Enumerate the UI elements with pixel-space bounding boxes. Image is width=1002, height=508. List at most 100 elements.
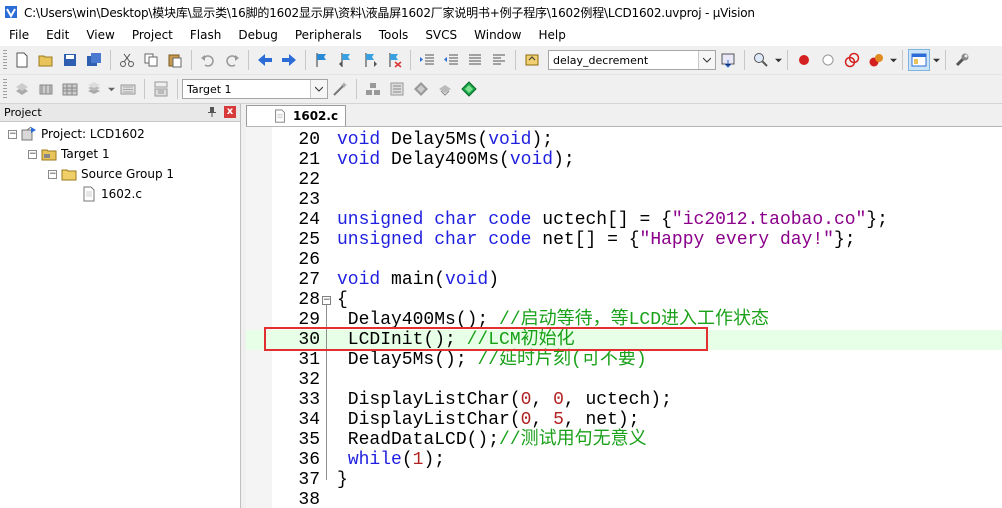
download-button[interactable] [150, 78, 172, 100]
menu-item-file[interactable]: File [0, 28, 37, 42]
save-button[interactable] [59, 49, 81, 71]
menu-item-debug[interactable]: Debug [229, 28, 285, 42]
code-line[interactable]: 32 [246, 370, 1002, 390]
disable-all-breakpoints-button[interactable] [841, 49, 863, 71]
menu-item-view[interactable]: View [77, 28, 122, 42]
code-line[interactable]: 27 void main(void) [246, 270, 1002, 290]
insert-breakpoint-button[interactable] [793, 49, 815, 71]
incremental-find-button[interactable] [750, 49, 772, 71]
tree-item-file[interactable]: 1602.c [81, 185, 142, 203]
code-line[interactable]: 34 DisplayListChar(0, 5, net); [246, 410, 1002, 430]
code-line[interactable]: 23 [246, 190, 1002, 210]
window-layout-button[interactable] [908, 49, 930, 71]
configure-button[interactable] [951, 49, 973, 71]
code-line[interactable]: 21 void Delay400Ms(void); [246, 150, 1002, 170]
magnifier-dropdown[interactable] [773, 49, 783, 71]
batch-build-dropdown[interactable] [106, 78, 116, 100]
code-line[interactable]: 24 unsigned char code uctech[] = {"ic2012… [246, 210, 1002, 230]
insert-bookmark-button[interactable] [311, 49, 333, 71]
chevron-down-icon[interactable] [698, 51, 715, 69]
batch-build-button[interactable] [83, 78, 105, 100]
copy-button[interactable] [140, 49, 162, 71]
breakpoints-dropdown[interactable] [888, 49, 898, 71]
menu-item-svcs[interactable]: SVCS [416, 28, 465, 42]
code-line[interactable]: 29 Delay400Ms(); //启动等待，等LCD进入工作状态 [246, 310, 1002, 330]
comment-button[interactable] [464, 49, 486, 71]
tree-item-source-group[interactable]: − Source Group 1 [48, 165, 174, 183]
undo-button[interactable] [197, 49, 219, 71]
run-env-button[interactable] [458, 78, 480, 100]
pin-icon[interactable] [206, 106, 218, 118]
tree-item-project[interactable]: − Project: LCD1602 [8, 125, 145, 143]
redo-button[interactable] [221, 49, 243, 71]
unindent-button[interactable] [440, 49, 462, 71]
stop-build-button[interactable] [117, 78, 139, 100]
menu-item-edit[interactable]: Edit [37, 28, 77, 42]
code-line[interactable]: 36 while(1); [246, 450, 1002, 470]
window-layout-dropdown[interactable] [931, 49, 941, 71]
navigate-back-button[interactable] [254, 49, 276, 71]
open-file-button[interactable] [35, 49, 57, 71]
find-combo[interactable]: delay_decrement [548, 50, 716, 70]
code-line[interactable]: 30 LCDInit(); //LCM初始化 [246, 330, 1002, 350]
clear-bookmarks-button[interactable] [383, 49, 405, 71]
chevron-down-icon[interactable] [310, 80, 327, 98]
save-all-button[interactable] [83, 49, 105, 71]
next-bookmark-button[interactable] [359, 49, 381, 71]
collapse-toggle[interactable]: − [28, 149, 37, 159]
close-pane-button[interactable]: x [224, 106, 236, 118]
code-text: ReadDataLCD();//测试用句无意义 [337, 430, 647, 450]
paste-button[interactable] [164, 49, 186, 71]
code-line[interactable]: 26 [246, 250, 1002, 270]
toolbar-grip[interactable] [3, 79, 7, 99]
code-line[interactable]: 37} [246, 470, 1002, 490]
menu-item-window[interactable]: Window [465, 28, 529, 42]
menu-item-flash[interactable]: Flash [181, 28, 229, 42]
breakpoint-disabled-icon [822, 54, 834, 66]
new-file-button[interactable] [11, 49, 33, 71]
project-icon [21, 126, 36, 141]
code-line[interactable]: 28 { [246, 290, 1002, 310]
collapse-toggle[interactable]: − [8, 129, 17, 139]
code-line[interactable]: 20 void Delay5Ms(void); [246, 130, 1002, 150]
pack-installer-button[interactable] [410, 78, 432, 100]
code-text: void Delay5Ms(void); [337, 130, 554, 150]
disable-breakpoint-button[interactable] [817, 49, 839, 71]
find-in-files-button[interactable] [521, 49, 543, 71]
folder-icon [61, 169, 77, 181]
uncomment-button[interactable] [488, 49, 510, 71]
toolbar-grip[interactable] [3, 50, 7, 70]
code-line[interactable]: 38 [246, 490, 1002, 508]
indent-button[interactable] [416, 49, 438, 71]
file-extensions-button[interactable] [386, 78, 408, 100]
menu-item-project[interactable]: Project [123, 28, 181, 42]
cut-button[interactable] [116, 49, 138, 71]
fold-toggle[interactable]: − [322, 296, 331, 305]
prev-bookmark-button[interactable] [335, 49, 357, 71]
code-line[interactable]: 33 DisplayListChar(0, 0, uctech); [246, 390, 1002, 410]
code-line[interactable]: 25 unsigned char code net[] = {"Happy eve… [246, 230, 1002, 250]
target-options-button[interactable] [329, 78, 351, 100]
find-button[interactable] [717, 49, 739, 71]
code-line[interactable]: 22 [246, 170, 1002, 190]
build-button[interactable] [35, 78, 57, 100]
toolbar-separator [191, 50, 192, 70]
code-editor[interactable]: 20 void Delay5Ms(void); 21 void Delay400Ms(… [246, 127, 1002, 508]
code-text: LCDInit(); //LCM初始化 [337, 330, 575, 350]
kill-all-breakpoints-button[interactable] [865, 49, 887, 71]
select-packs-button[interactable] [434, 78, 456, 100]
menu-item-peripherals[interactable]: Peripherals [286, 28, 370, 42]
navigate-forward-button[interactable] [278, 49, 300, 71]
target-select[interactable]: Target 1 [182, 79, 328, 99]
menu-item-help[interactable]: Help [529, 28, 573, 42]
code-line[interactable]: 35 ReadDataLCD();//测试用句无意义 [246, 430, 1002, 450]
manage-components-button[interactable] [362, 78, 384, 100]
tree-item-target[interactable]: − Target 1 [28, 145, 110, 163]
tab-1602-c[interactable]: 1602.c [246, 105, 346, 126]
comment-lines-icon [469, 54, 481, 65]
menu-item-tools[interactable]: Tools [370, 28, 417, 42]
translate-button[interactable] [11, 78, 33, 100]
rebuild-button[interactable] [59, 78, 81, 100]
code-line[interactable]: 31 Delay5Ms(); //延时片刻(可不要) [246, 350, 1002, 370]
collapse-toggle[interactable]: − [48, 169, 57, 179]
